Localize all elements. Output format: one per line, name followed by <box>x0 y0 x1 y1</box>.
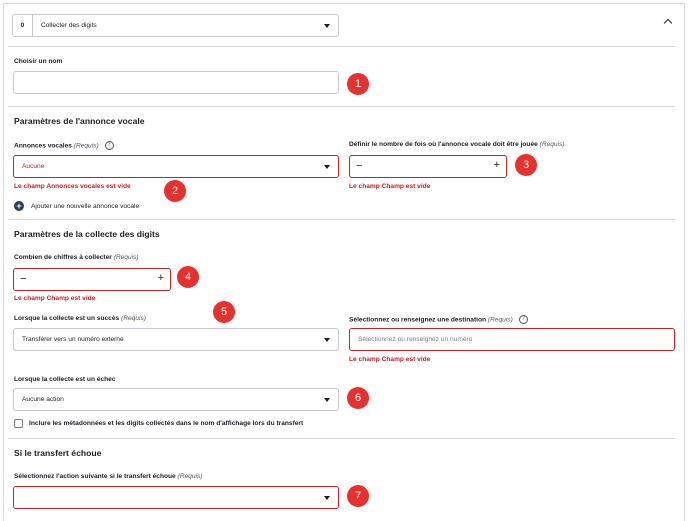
step-type-select[interactable]: 0 Collecter des digits <box>12 14 339 37</box>
digit-count-stepper[interactable]: − + <box>13 268 171 291</box>
help-icon[interactable]: ? <box>518 315 528 324</box>
plus-icon[interactable]: + <box>158 272 164 284</box>
annotation-badge-4: 4 <box>177 266 199 288</box>
chevron-down-icon <box>324 338 330 342</box>
chevron-down-icon <box>324 165 330 169</box>
destination-input[interactable]: Sélectionnez ou renseignez un numéro <box>349 328 675 351</box>
announcements-select[interactable]: Aucune <box>13 155 339 178</box>
add-circle-icon[interactable]: + <box>14 201 24 211</box>
divider <box>8 219 675 220</box>
play-count-label: Définir le nombre de fois où l'annonce v… <box>349 141 565 148</box>
annotation-badge-7: 7 <box>347 485 369 507</box>
name-input[interactable] <box>13 71 339 94</box>
destination-label: Sélectionnez ou renseignez une destinati… <box>349 315 528 324</box>
voice-section-title: Paramètres de l'annonce vocale <box>14 116 145 126</box>
chevron-down-icon <box>324 496 330 500</box>
success-action-select[interactable]: Transférer vers un numéro externe <box>13 328 339 351</box>
step-type-value: Collecter des digits <box>41 22 97 29</box>
minus-icon[interactable]: − <box>356 160 362 172</box>
digit-count-error: Le champ Champ est vide <box>14 295 96 302</box>
annotation-badge-5: 5 <box>213 301 235 323</box>
divider <box>8 106 675 107</box>
announcements-label: Annonces vocales (Requis) ? <box>14 141 114 150</box>
annotation-badge-3: 3 <box>515 154 537 176</box>
next-action-select[interactable] <box>13 486 339 509</box>
minus-icon[interactable]: − <box>20 273 26 285</box>
chevron-down-icon <box>324 24 330 28</box>
metadata-checkbox-label[interactable]: Inclure les métadonnées et les digits co… <box>29 420 303 427</box>
announcements-error: Le champ Annonces vocales est vide <box>14 183 131 190</box>
digits-section-title: Paramètres de la collecte des digits <box>14 229 160 239</box>
destination-error: Le champ Champ est vide <box>349 356 431 363</box>
annotation-badge-2: 2 <box>164 180 186 202</box>
plus-icon[interactable]: + <box>494 159 500 171</box>
divider <box>8 46 675 47</box>
metadata-checkbox[interactable] <box>14 419 23 428</box>
next-action-label: Sélectionnez l'action suivante si le tra… <box>14 473 203 480</box>
annotation-badge-1: 1 <box>347 73 369 95</box>
annotation-badge-6: 6 <box>347 387 369 409</box>
success-label: Lorsque la collecte est un succès (Requi… <box>14 315 146 322</box>
play-count-error: Le champ Champ est vide <box>349 183 431 190</box>
failure-label: Lorsque la collecte est un échec <box>14 376 116 383</box>
help-icon[interactable]: ? <box>104 141 114 150</box>
name-label: Choisir un nom <box>14 58 63 65</box>
digit-count-label: Combien de chiffres à collecter (Requis) <box>14 254 139 261</box>
divider <box>8 438 675 439</box>
add-announcement-link[interactable]: Ajouter une nouvelle annonce vocale <box>31 203 139 210</box>
chevron-down-icon <box>324 398 330 402</box>
transfer-section-title: Si le transfert échoue <box>14 448 102 458</box>
step-number: 0 <box>13 15 33 36</box>
failure-action-select[interactable]: Aucune action <box>13 388 339 411</box>
play-count-stepper[interactable]: − + <box>349 155 507 178</box>
